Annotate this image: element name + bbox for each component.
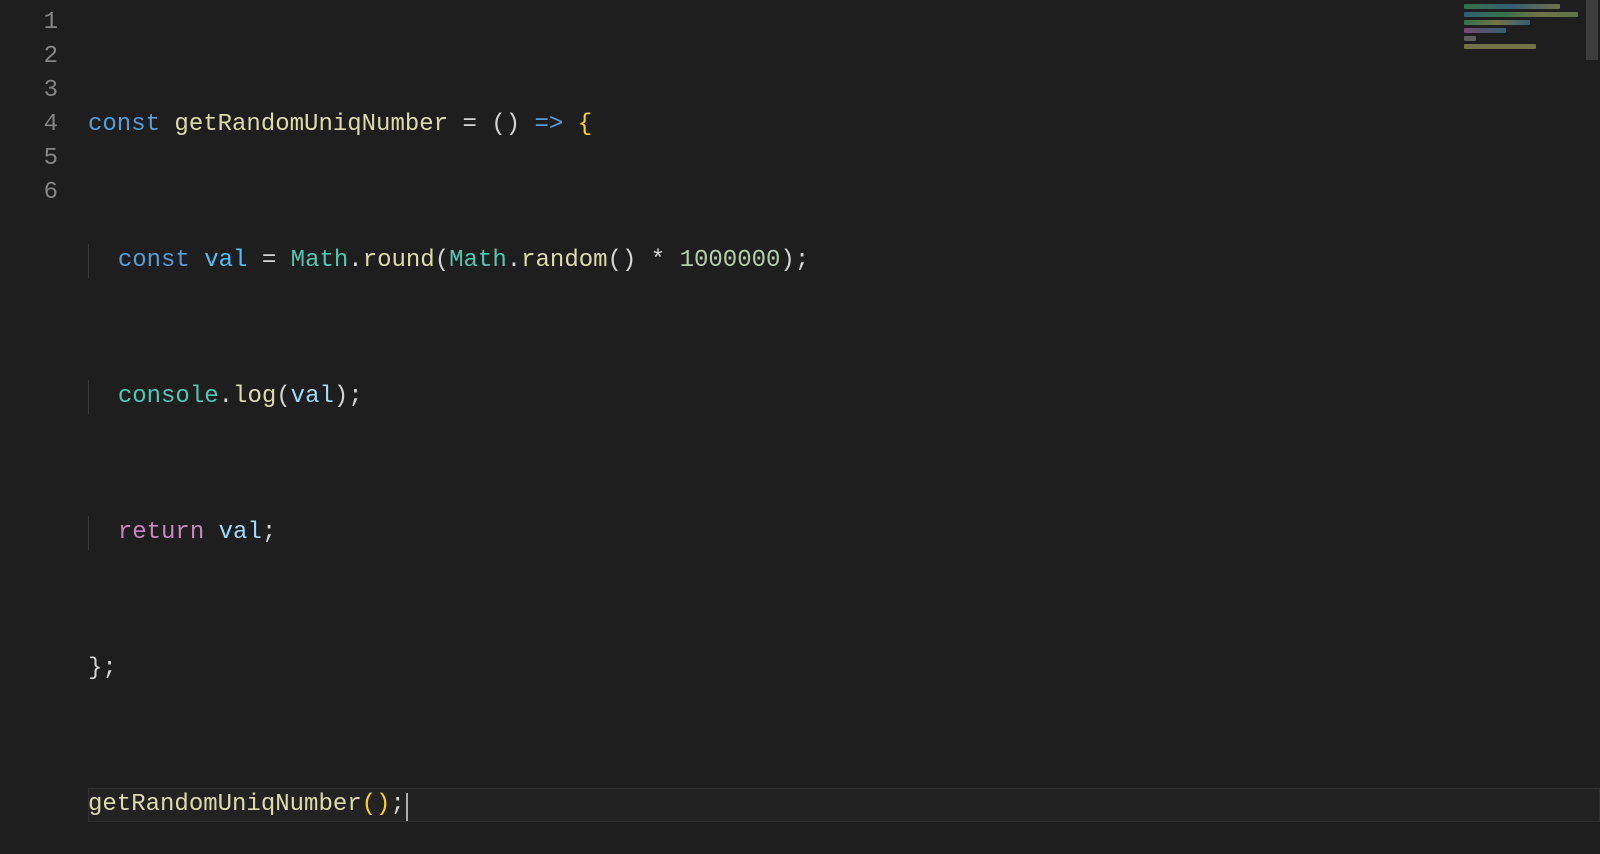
line-number-gutter: 1 2 3 4 5 6 xyxy=(0,0,88,854)
scrollbar-thumb[interactable] xyxy=(1586,0,1598,60)
keyword-const: const xyxy=(118,247,190,274)
code-line[interactable]: }; xyxy=(88,652,1600,686)
code-line[interactable]: const getRandomUniqNumber = () => { xyxy=(88,108,1600,142)
code-line[interactable]: const val = Math.round(Math.random() * 1… xyxy=(88,244,1600,278)
line-number: 1 xyxy=(0,6,88,40)
code-area[interactable]: const getRandomUniqNumber = () => { cons… xyxy=(88,0,1600,854)
keyword-return: return xyxy=(118,519,204,546)
code-line[interactable]: console.log(val); xyxy=(88,380,1600,414)
identifier: getRandomUniqNumber xyxy=(174,111,448,138)
line-number: 6 xyxy=(0,176,88,210)
keyword-const: const xyxy=(88,111,160,138)
editor-scrollbar[interactable] xyxy=(1584,0,1600,854)
line-number: 4 xyxy=(0,108,88,142)
line-number: 3 xyxy=(0,74,88,108)
line-number: 2 xyxy=(0,40,88,74)
code-line-active[interactable]: getRandomUniqNumber(); xyxy=(88,788,1600,822)
code-editor[interactable]: 1 2 3 4 5 6 const getRandomUniqNumber = … xyxy=(0,0,1600,854)
line-number: 5 xyxy=(0,142,88,176)
text-cursor xyxy=(406,793,408,821)
code-line[interactable]: return val; xyxy=(88,516,1600,550)
